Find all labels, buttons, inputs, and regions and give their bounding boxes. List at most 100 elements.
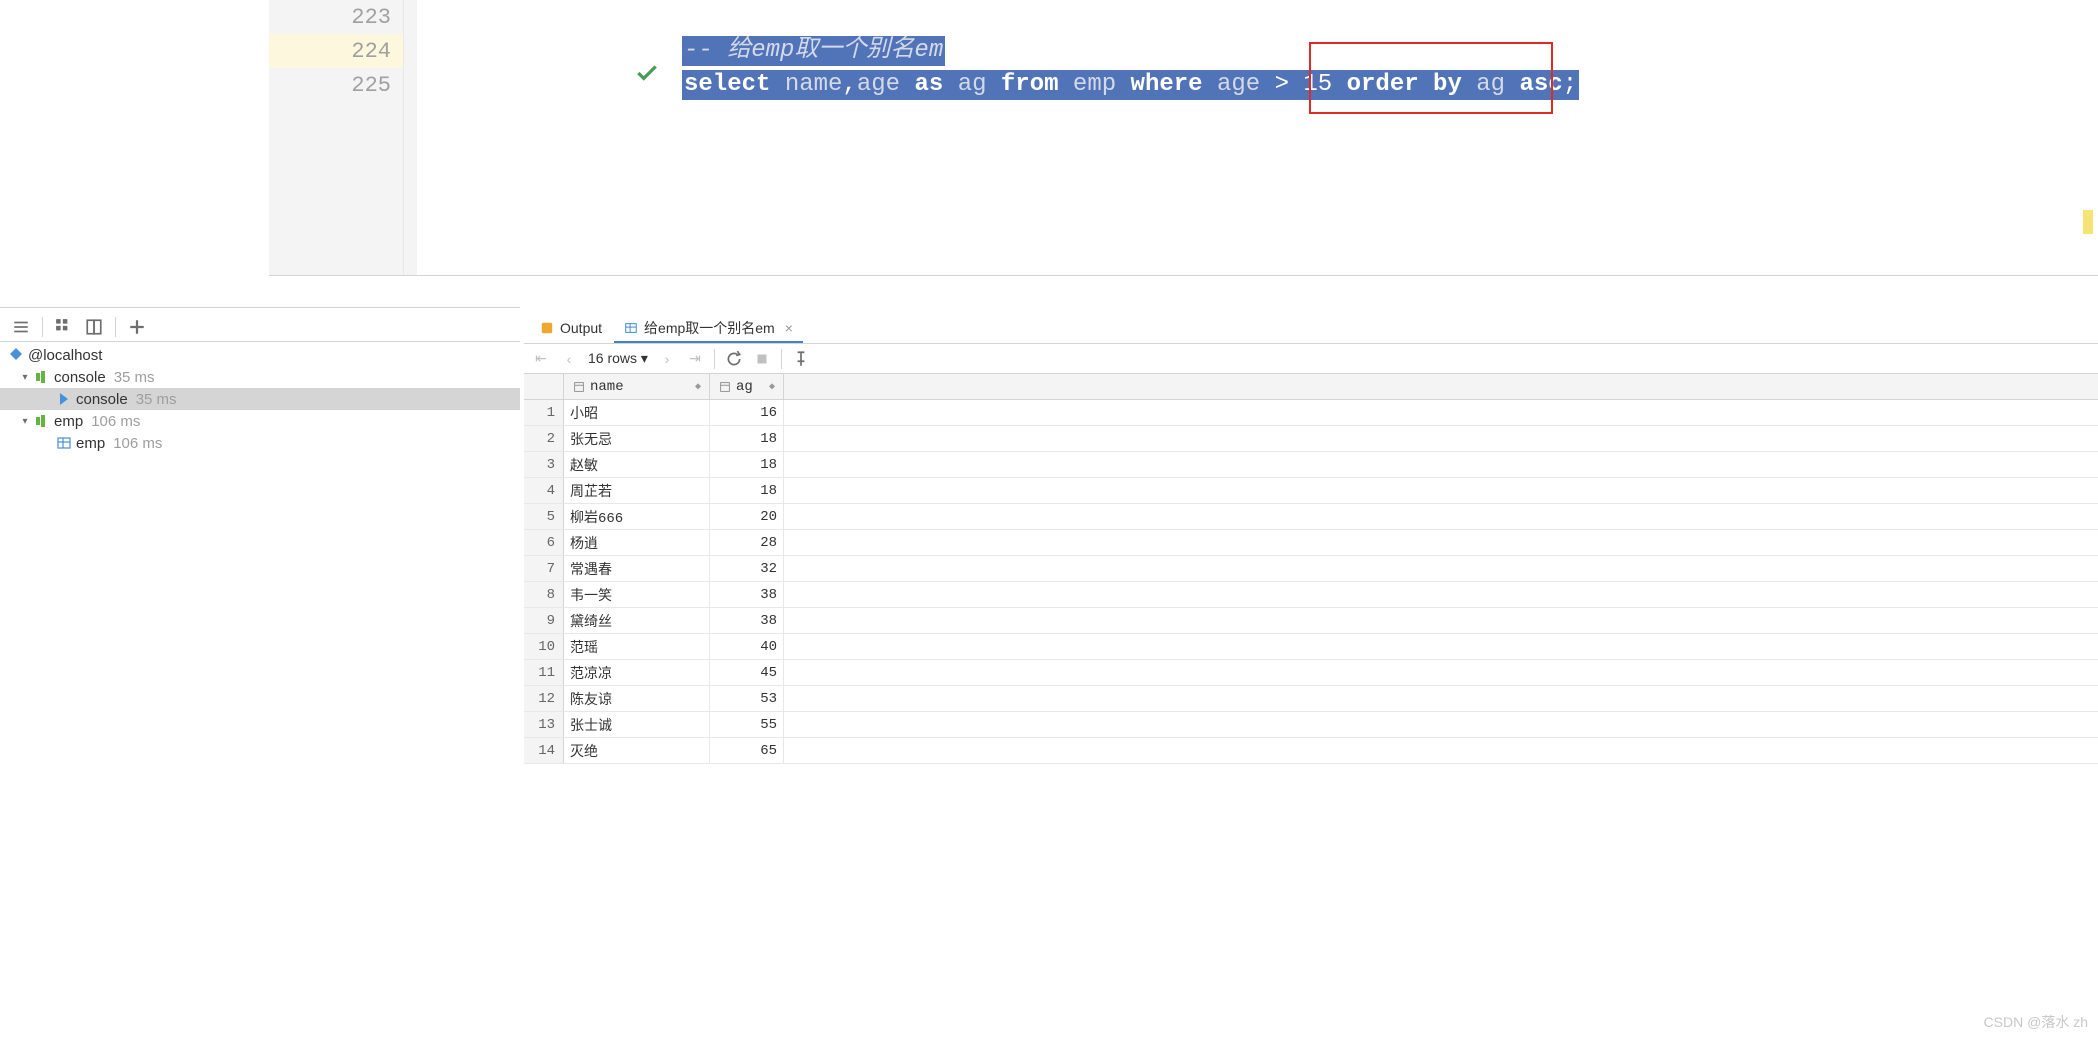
cell-ag[interactable]: 20 (710, 504, 784, 529)
cell-ag[interactable]: 38 (710, 608, 784, 633)
tab-label: 给emp取一个别名em (644, 318, 775, 338)
code-editor[interactable]: 223 224 225 -- 给emp取一个别名em select name,a… (269, 0, 2098, 276)
next-page-icon[interactable]: › (658, 350, 676, 368)
pin-icon[interactable] (792, 350, 810, 368)
separator (714, 349, 715, 369)
cell-ag[interactable]: 40 (710, 634, 784, 659)
prev-page-icon[interactable]: ‹ (560, 350, 578, 368)
cell-name[interactable]: 周芷若 (564, 478, 710, 503)
tree-time: 35 ms (136, 391, 177, 408)
tree-label: emp (76, 435, 105, 452)
table-icon (624, 321, 638, 335)
cell-name[interactable]: 杨逍 (564, 530, 710, 555)
table-row[interactable]: 9黛绮丝38 (524, 608, 2098, 634)
last-page-icon[interactable]: ⇥ (686, 350, 704, 368)
table-row[interactable]: 5柳岩66620 (524, 504, 2098, 530)
expand-all-icon[interactable] (12, 318, 30, 336)
sort-icon[interactable]: ◆ (695, 381, 701, 393)
cell-name[interactable]: 张士诚 (564, 712, 710, 737)
chevron-down-icon[interactable]: ▾ (20, 416, 30, 426)
tree-time: 106 ms (91, 413, 140, 430)
cell-name[interactable]: 灭绝 (564, 738, 710, 763)
tree-label: emp (54, 413, 83, 430)
cell-ag[interactable]: 32 (710, 556, 784, 581)
row-number: 7 (524, 556, 564, 581)
code-area[interactable]: -- 给emp取一个别名em select name,age as ag fro… (682, 0, 2098, 275)
row-number: 6 (524, 530, 564, 555)
rows-count[interactable]: 16 rows ▾ (588, 350, 648, 367)
tree-label: console (76, 391, 128, 408)
services-tree[interactable]: @localhost ▾ console 35 ms console 35 ms… (0, 344, 520, 1038)
cell-ag[interactable]: 16 (710, 400, 784, 425)
filter-icon[interactable] (85, 318, 103, 336)
cell-ag[interactable]: 18 (710, 426, 784, 451)
cell-name[interactable]: 黛绮丝 (564, 608, 710, 633)
result-toolbar: ⇤ ‹ 16 rows ▾ › ⇥ (524, 344, 2098, 374)
tree-node-console[interactable]: console 35 ms (0, 388, 520, 410)
cell-name[interactable]: 范凉凉 (564, 660, 710, 685)
table-row[interactable]: 13张士诚55 (524, 712, 2098, 738)
cell-ag[interactable]: 38 (710, 582, 784, 607)
console-icon (34, 369, 50, 385)
cell-ag[interactable]: 65 (710, 738, 784, 763)
first-page-icon[interactable]: ⇤ (532, 350, 550, 368)
tree-node-emp-group[interactable]: ▾ emp 106 ms (0, 410, 520, 432)
cell-name[interactable]: 赵敏 (564, 452, 710, 477)
table-row[interactable]: 4周芷若18 (524, 478, 2098, 504)
stop-icon[interactable] (753, 350, 771, 368)
services-panel: @localhost ▾ console 35 ms console 35 ms… (0, 288, 520, 1038)
cell-name[interactable]: 常遇春 (564, 556, 710, 581)
reload-icon[interactable] (725, 350, 743, 368)
layout-icon[interactable] (55, 318, 73, 336)
row-number: 14 (524, 738, 564, 763)
cell-name[interactable]: 张无忌 (564, 426, 710, 451)
sort-icon[interactable]: ◆ (769, 381, 775, 393)
code-line: -- 给emp取一个别名em (682, 34, 2098, 68)
sql-statement: select name,age as ag from emp where age… (682, 70, 1579, 100)
code-line (682, 0, 2098, 34)
table-row[interactable]: 14灭绝65 (524, 738, 2098, 764)
table-row[interactable]: 2张无忌18 (524, 426, 2098, 452)
column-header-ag[interactable]: ag ◆ (710, 374, 784, 399)
cell-ag[interactable]: 18 (710, 478, 784, 503)
output-icon (540, 321, 554, 335)
cell-ag[interactable]: 55 (710, 712, 784, 737)
close-icon[interactable]: × (785, 320, 793, 336)
table-row[interactable]: 6杨逍28 (524, 530, 2098, 556)
separator (42, 317, 43, 337)
result-tabs: Output 给emp取一个别名em × (524, 312, 2098, 344)
tab-query-result[interactable]: 给emp取一个别名em × (614, 315, 803, 343)
tree-node-console-group[interactable]: ▾ console 35 ms (0, 366, 520, 388)
line-number: 223 (269, 0, 403, 34)
line-number: 225 (269, 68, 403, 102)
cell-name[interactable]: 范瑶 (564, 634, 710, 659)
cell-name[interactable]: 小昭 (564, 400, 710, 425)
row-number: 12 (524, 686, 564, 711)
cell-ag[interactable]: 28 (710, 530, 784, 555)
result-grid[interactable]: name ◆ ag ◆ 1小昭162张无忌183赵敏184周芷若185柳岩666… (524, 374, 2098, 764)
table-row[interactable]: 3赵敏18 (524, 452, 2098, 478)
row-number: 10 (524, 634, 564, 659)
table-row[interactable]: 10范瑶40 (524, 634, 2098, 660)
cell-name[interactable]: 柳岩666 (564, 504, 710, 529)
row-number: 4 (524, 478, 564, 503)
column-header-name[interactable]: name ◆ (564, 374, 710, 399)
table-row[interactable]: 11范凉凉45 (524, 660, 2098, 686)
row-number: 1 (524, 400, 564, 425)
cell-ag[interactable]: 18 (710, 452, 784, 477)
cell-name[interactable]: 韦一笑 (564, 582, 710, 607)
table-row[interactable]: 7常遇春32 (524, 556, 2098, 582)
cell-name[interactable]: 陈友谅 (564, 686, 710, 711)
tab-output[interactable]: Output (530, 315, 612, 343)
chevron-down-icon[interactable]: ▾ (20, 372, 30, 382)
table-row[interactable]: 8韦一笑38 (524, 582, 2098, 608)
tree-node-emp[interactable]: emp 106 ms (0, 432, 520, 454)
cell-ag[interactable]: 53 (710, 686, 784, 711)
tree-node-datasource[interactable]: @localhost (0, 344, 520, 366)
tab-label: Output (560, 320, 602, 336)
table-row[interactable]: 12陈友谅53 (524, 686, 2098, 712)
add-icon[interactable] (128, 318, 146, 336)
cell-ag[interactable]: 45 (710, 660, 784, 685)
gutter-icons (404, 0, 417, 275)
table-row[interactable]: 1小昭16 (524, 400, 2098, 426)
